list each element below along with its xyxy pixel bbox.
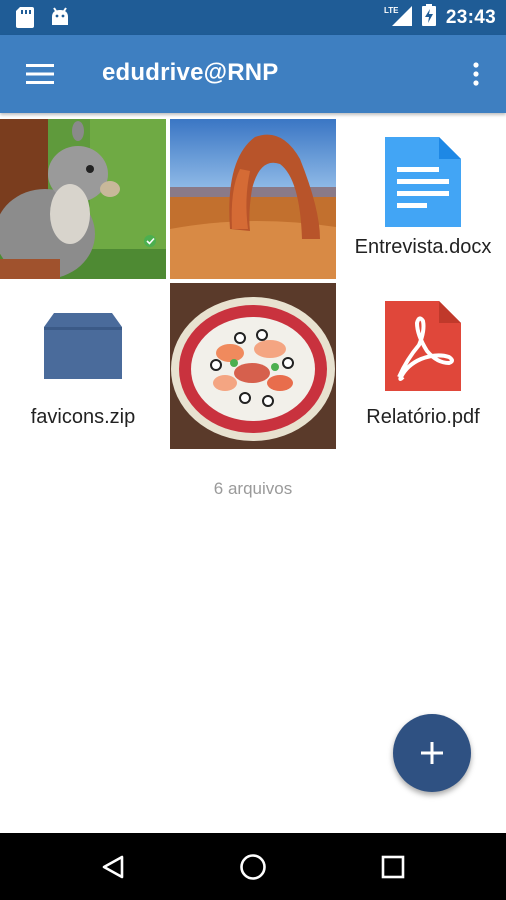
file-tile-sushi-image[interactable] [170, 283, 336, 449]
app-bar: edudrive@RNP [0, 35, 506, 113]
network-type: LTE [384, 6, 399, 15]
desert-arch-thumbnail [170, 119, 336, 279]
pdf-icon [385, 301, 461, 391]
sushi-thumbnail [170, 283, 336, 449]
file-count: 6 arquivos [213, 479, 293, 498]
plus-icon [421, 742, 443, 764]
docx-icon [385, 137, 461, 227]
file-grid: Entrevista.docx favicons.zip Relatório.p… [0, 119, 506, 449]
system-nav-bar [0, 833, 506, 900]
sd-card-icon [16, 7, 34, 33]
signal-icon: LTE [384, 4, 412, 31]
menu-button[interactable] [22, 57, 58, 91]
recents-icon [381, 855, 405, 878]
file-tile-favicons-zip[interactable]: favicons.zip [0, 283, 166, 449]
file-name: Relatório.pdf [366, 406, 480, 428]
status-left-icons [16, 7, 70, 33]
battery-charging-icon [421, 4, 436, 31]
app-title: edudrive@RNP [102, 59, 279, 86]
recents-button[interactable] [353, 833, 433, 900]
hamburger-icon [26, 64, 54, 84]
back-icon [102, 855, 124, 878]
file-name: Entrevista.docx [354, 236, 492, 258]
home-button[interactable] [213, 833, 293, 900]
squirrel-thumbnail [0, 119, 166, 279]
home-icon [240, 853, 266, 880]
file-tile-arch-image[interactable] [170, 119, 336, 279]
folder-box-icon [44, 313, 122, 379]
file-name: favicons.zip [30, 406, 136, 428]
more-vert-icon [473, 62, 479, 86]
overflow-menu-button[interactable] [464, 57, 488, 91]
file-tile-relatorio-pdf[interactable]: Relatório.pdf [340, 283, 506, 449]
add-file-button[interactable] [393, 714, 471, 792]
clock: 23:43 [445, 6, 496, 28]
status-right: LTE 23:43 [384, 0, 496, 35]
file-tile-squirrel-image[interactable] [0, 119, 166, 279]
android-icon [50, 7, 70, 33]
back-button[interactable] [73, 833, 153, 900]
status-bar: LTE 23:43 [0, 0, 506, 35]
file-tile-entrevista-docx[interactable]: Entrevista.docx [340, 119, 506, 279]
